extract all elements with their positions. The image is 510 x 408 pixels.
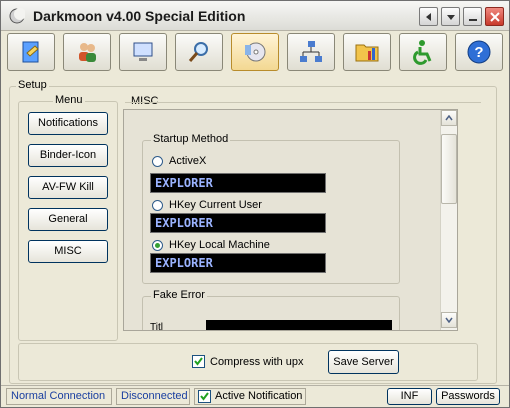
toolbar: ? (1, 31, 509, 73)
chevron-down-icon (445, 317, 453, 323)
computer-icon (133, 42, 153, 61)
status-state: Disconnected (116, 388, 190, 405)
fake-error-title-label: Titl (150, 322, 163, 330)
active-notification-box[interactable] (198, 390, 211, 403)
minimize-button[interactable] (463, 7, 482, 26)
compress-checkbox-box[interactable] (192, 355, 205, 368)
scroll-down-button[interactable] (441, 312, 457, 328)
toolbar-search-button[interactable] (175, 33, 223, 71)
toolbar-computer-button[interactable] (119, 33, 167, 71)
radio-hklm-circle[interactable] (152, 239, 163, 251)
menu-button-av-fw-kill[interactable]: AV-FW Kill (28, 176, 108, 199)
menu-button-general[interactable]: General (28, 208, 108, 231)
misc-group-label: MISC (131, 95, 159, 107)
hkcu-field[interactable]: EXPLORER (150, 213, 326, 233)
window-title: Darkmoon v4.00 Special Edition (33, 8, 246, 24)
misc-scroll-content: Startup Method ActiveX EXPLORER HKey Cur… (124, 110, 440, 330)
users-icon (79, 43, 96, 62)
radio-activex-circle[interactable] (152, 155, 163, 167)
rollup-button[interactable] (441, 7, 460, 26)
toolbar-network-button[interactable] (287, 33, 335, 71)
radio-hkcu-circle[interactable] (152, 199, 163, 211)
arrow-left-icon (425, 12, 431, 21)
folder-chart-icon (355, 44, 379, 62)
checkmark-icon (194, 357, 203, 366)
close-icon (489, 11, 500, 22)
startup-method-label: Startup Method (151, 133, 231, 145)
radio-hkcu-label: HKey Current User (169, 199, 262, 211)
scroll-up-button[interactable] (441, 110, 457, 126)
main-window: Darkmoon v4.00 Special Edition ? Setup M… (0, 0, 510, 408)
toolbar-users-button[interactable] (63, 33, 111, 71)
status-connection: Normal Connection (6, 388, 112, 405)
chevron-up-icon (445, 115, 453, 121)
inf-button[interactable]: INF (387, 388, 432, 405)
radio-activex-label: ActiveX (169, 155, 207, 167)
help-icon: ? (467, 40, 491, 64)
compress-upx-checkbox[interactable]: Compress with upx (192, 355, 304, 368)
active-notification-checkbox[interactable]: Active Notification (194, 388, 306, 405)
compress-upx-label: Compress with upx (210, 355, 304, 368)
toolbar-accessibility-button[interactable] (399, 33, 447, 71)
toolbar-help-button[interactable]: ? (455, 33, 503, 71)
toolbar-folder-button[interactable] (343, 33, 391, 71)
toolbar-new-button[interactable] (7, 33, 55, 71)
close-button[interactable] (485, 7, 504, 26)
checkmark-icon (200, 392, 209, 401)
misc-scroll-panel: Startup Method ActiveX EXPLORER HKey Cur… (123, 109, 458, 331)
fake-error-title-field[interactable] (206, 320, 392, 330)
minimize-icon (468, 18, 477, 21)
accessibility-icon (413, 40, 432, 65)
radio-hkey-current-user[interactable]: HKey Current User (152, 198, 262, 212)
menu-button-binder-icon[interactable]: Binder-Icon (28, 144, 108, 167)
scroll-thumb[interactable] (441, 134, 457, 204)
menu-button-notifications[interactable]: Notifications (28, 112, 108, 135)
activex-field[interactable]: EXPLORER (150, 173, 326, 193)
setup-group-label: Setup (16, 79, 49, 91)
menu-button-misc[interactable]: MISC (28, 240, 108, 263)
network-icon (300, 41, 322, 62)
status-bar: Normal Connection Disconnected Active No… (1, 385, 509, 407)
arrow-down-icon (446, 14, 455, 20)
moon-icon (9, 8, 25, 24)
fake-error-label: Fake Error (151, 289, 207, 301)
passwords-button[interactable]: Passwords (436, 388, 500, 405)
radio-hkey-local-machine[interactable]: HKey Local Machine (152, 238, 270, 252)
document-edit-icon (22, 41, 39, 63)
help-title-button[interactable] (419, 7, 438, 26)
menu-group-label: Menu (53, 94, 85, 106)
misc-group-line (125, 102, 481, 103)
active-notification-label: Active Notification (215, 390, 303, 402)
title-bar[interactable]: Darkmoon v4.00 Special Edition (1, 1, 509, 31)
radio-hklm-label: HKey Local Machine (169, 239, 270, 251)
hklm-field[interactable]: EXPLORER (150, 253, 326, 273)
search-icon (188, 42, 208, 62)
save-server-button[interactable]: Save Server (328, 350, 399, 374)
radio-activex[interactable]: ActiveX (152, 154, 206, 168)
misc-scrollbar[interactable] (440, 110, 457, 330)
svg-text:?: ? (474, 44, 483, 61)
toolbar-cd-button[interactable] (231, 33, 279, 71)
cd-icon (245, 42, 266, 62)
